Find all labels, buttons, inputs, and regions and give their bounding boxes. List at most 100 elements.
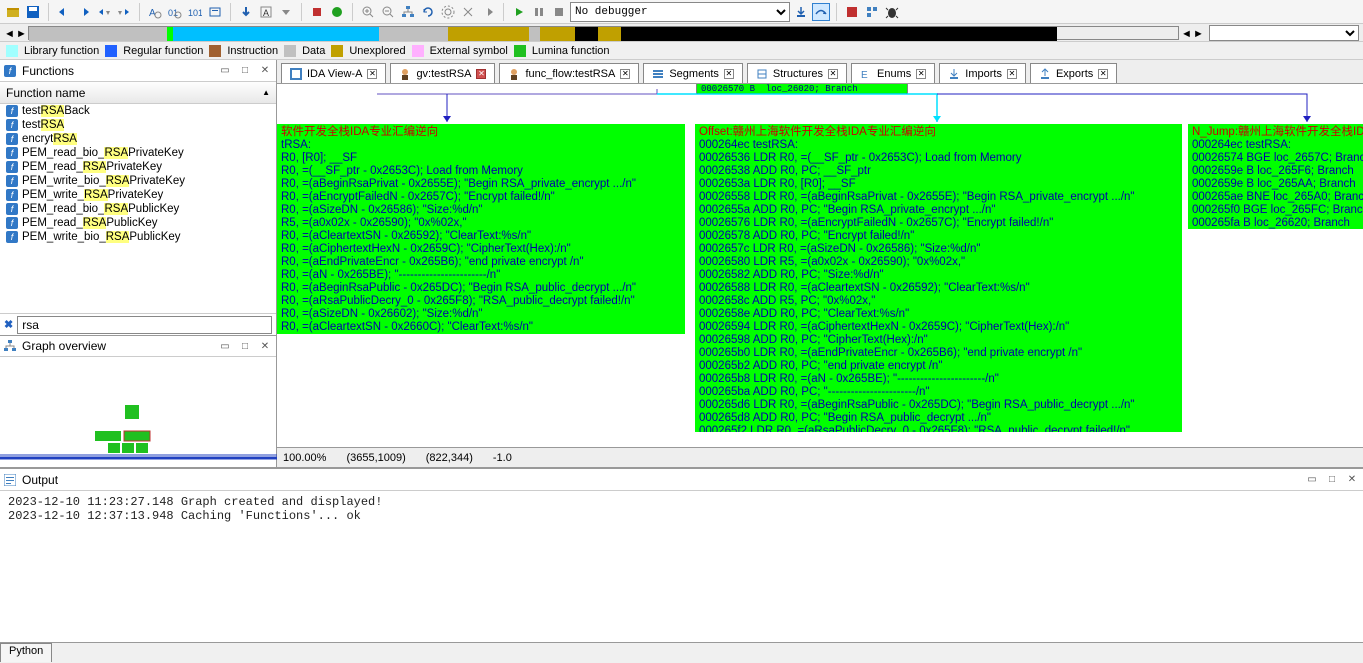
step-over-icon[interactable] <box>812 3 830 21</box>
goto-addr-icon[interactable] <box>206 3 224 21</box>
restore-icon[interactable]: ▭ <box>218 339 232 353</box>
function-item[interactable]: fPEM_read_RSAPrivateKey <box>0 160 276 174</box>
save-icon[interactable] <box>24 3 42 21</box>
redo-icon[interactable] <box>75 3 93 21</box>
close-icon[interactable]: ✕ <box>258 64 272 78</box>
close-icon[interactable]: ✕ <box>1345 473 1359 487</box>
zoom-out-icon[interactable] <box>379 3 397 21</box>
close-icon[interactable]: ✕ <box>620 69 630 79</box>
tab-func-flow[interactable]: func_flow:testRSA✕ <box>499 63 639 83</box>
function-item[interactable]: ftestRSA <box>0 118 276 132</box>
debug-stop-icon[interactable] <box>550 3 568 21</box>
tab-segments[interactable]: Segments✕ <box>643 63 743 83</box>
function-item[interactable]: fPEM_read_bio_RSAPrivateKey <box>0 146 276 160</box>
clear-filter-icon[interactable]: ✖ <box>4 318 13 331</box>
tab-label: Imports <box>965 68 1002 80</box>
sort-asc-icon: ▲ <box>262 88 270 97</box>
output-text[interactable]: 2023-12-10 11:23:27.148 Graph created an… <box>0 491 1363 642</box>
function-item[interactable]: fPEM_write_bio_RSAPrivateKey <box>0 174 276 188</box>
legend-label: Regular function <box>123 45 203 57</box>
function-icon: f <box>6 217 18 229</box>
function-item[interactable]: ftestRSABack <box>0 104 276 118</box>
functions-title: Functions <box>22 64 212 78</box>
run-icon[interactable] <box>328 3 346 21</box>
maximize-icon[interactable]: □ <box>238 64 252 78</box>
debugger-select[interactable]: No debugger <box>570 2 790 22</box>
refresh-icon[interactable] <box>419 3 437 21</box>
text-search-icon[interactable]: A <box>146 3 164 21</box>
graph-layout-icon[interactable] <box>399 3 417 21</box>
graph-node[interactable]: N_Jump:赣州上海软件开发全栈IDA 000264ec testRSA: 0… <box>1188 124 1363 229</box>
open-icon[interactable] <box>4 3 22 21</box>
graph-view[interactable]: 00026570 B loc_26020; Branch 软件开发全栈IDA专业… <box>277 84 1363 447</box>
binary-search-icon[interactable]: 01 <box>166 3 184 21</box>
function-icon: f <box>4 65 16 77</box>
scale-value: -1.0 <box>493 452 512 464</box>
nav-left2-icon[interactable]: ◄ <box>1181 28 1191 38</box>
undo-icon[interactable] <box>55 3 73 21</box>
tab-imports[interactable]: Imports ✕ <box>939 63 1026 83</box>
close-icon[interactable]: ✕ <box>1007 69 1017 79</box>
nav-range-select[interactable] <box>1209 25 1359 41</box>
tab-structures[interactable]: Structures✕ <box>747 63 847 83</box>
nav-left-icon[interactable]: ◄ <box>4 28 14 38</box>
maximize-icon[interactable]: □ <box>1325 473 1339 487</box>
graph-node[interactable]: 软件开发全栈IDA专业汇编逆向 tRSA: R0, [R0]; __SF R0,… <box>277 124 685 334</box>
legend-label: Data <box>302 45 325 57</box>
jump-icon[interactable] <box>237 3 255 21</box>
graph-node[interactable]: Offset:赣州上海软件开发全栈IDA专业汇编逆向 000264ec test… <box>695 124 1182 432</box>
svg-text:E: E <box>861 70 868 80</box>
python-tab[interactable]: Python <box>0 643 52 662</box>
function-icon: f <box>6 105 18 117</box>
function-item[interactable]: fPEM_read_bio_RSAPublicKey <box>0 202 276 216</box>
zoom-in-icon[interactable] <box>359 3 377 21</box>
unlink-icon[interactable] <box>459 3 477 21</box>
function-name: PEM_read_RSAPrivateKey <box>22 161 162 173</box>
close-icon[interactable]: ✕ <box>476 69 486 79</box>
graph-overview-panel[interactable] <box>0 357 276 467</box>
modules-icon[interactable] <box>863 3 881 21</box>
function-name-column[interactable]: Function name ▲ <box>0 82 276 104</box>
restore-icon[interactable]: ▭ <box>218 64 232 78</box>
function-item[interactable]: fPEM_write_bio_RSAPublicKey <box>0 230 276 244</box>
close-icon[interactable]: ✕ <box>258 339 272 353</box>
step-into-icon[interactable] <box>792 3 810 21</box>
function-icon: f <box>6 147 18 159</box>
graph-node[interactable]: 00026570 B loc_26020; Branch <box>697 84 907 93</box>
close-icon[interactable]: ✕ <box>916 69 926 79</box>
close-icon[interactable]: ✕ <box>367 69 377 79</box>
stop-icon[interactable] <box>308 3 326 21</box>
function-item[interactable]: fPEM_write_RSAPrivateKey <box>0 188 276 202</box>
nav-right2-icon[interactable]: ► <box>1193 28 1203 38</box>
debug-pause-icon[interactable] <box>530 3 548 21</box>
back-dropdown-icon[interactable] <box>95 3 113 21</box>
restore-icon[interactable]: ▭ <box>1305 473 1319 487</box>
nav-right-icon[interactable]: ► <box>16 28 26 38</box>
function-item[interactable]: f PEM_read_RSAPublicKey <box>0 216 276 230</box>
breakpoints-icon[interactable] <box>843 3 861 21</box>
next-icon[interactable] <box>479 3 497 21</box>
function-name: PEM_read_RSAPublicKey <box>22 217 158 229</box>
tab-exports[interactable]: Exports✕ <box>1030 63 1117 83</box>
close-icon[interactable]: ✕ <box>724 69 734 79</box>
legend-label: Lumina function <box>532 45 610 57</box>
tab-ida-view[interactable]: IDA View-A✕ <box>281 63 386 83</box>
bottom-tabs: Python <box>0 642 1363 662</box>
legend-label: Instruction <box>227 45 278 57</box>
zoom-level: 100.00% <box>283 452 326 464</box>
tab-enums[interactable]: EEnums✕ <box>851 63 935 83</box>
close-icon[interactable]: ✕ <box>828 69 838 79</box>
settings-icon[interactable] <box>439 3 457 21</box>
goto-icon[interactable]: 101 <box>186 3 204 21</box>
text-view-icon[interactable]: A <box>257 3 275 21</box>
dropdown-icon[interactable] <box>277 3 295 21</box>
debug-play-icon[interactable] <box>510 3 528 21</box>
fwd-dropdown-icon[interactable] <box>115 3 133 21</box>
close-icon[interactable]: ✕ <box>1098 69 1108 79</box>
function-item[interactable]: fencrytRSA <box>0 132 276 146</box>
maximize-icon[interactable]: □ <box>238 339 252 353</box>
filter-input[interactable] <box>17 316 272 334</box>
bug-icon[interactable] <box>883 3 901 21</box>
tab-gv-testrsa[interactable]: gv:testRSA✕ <box>390 63 495 83</box>
functions-list[interactable]: ftestRSABackftestRSAfencrytRSAfPEM_read_… <box>0 104 276 313</box>
